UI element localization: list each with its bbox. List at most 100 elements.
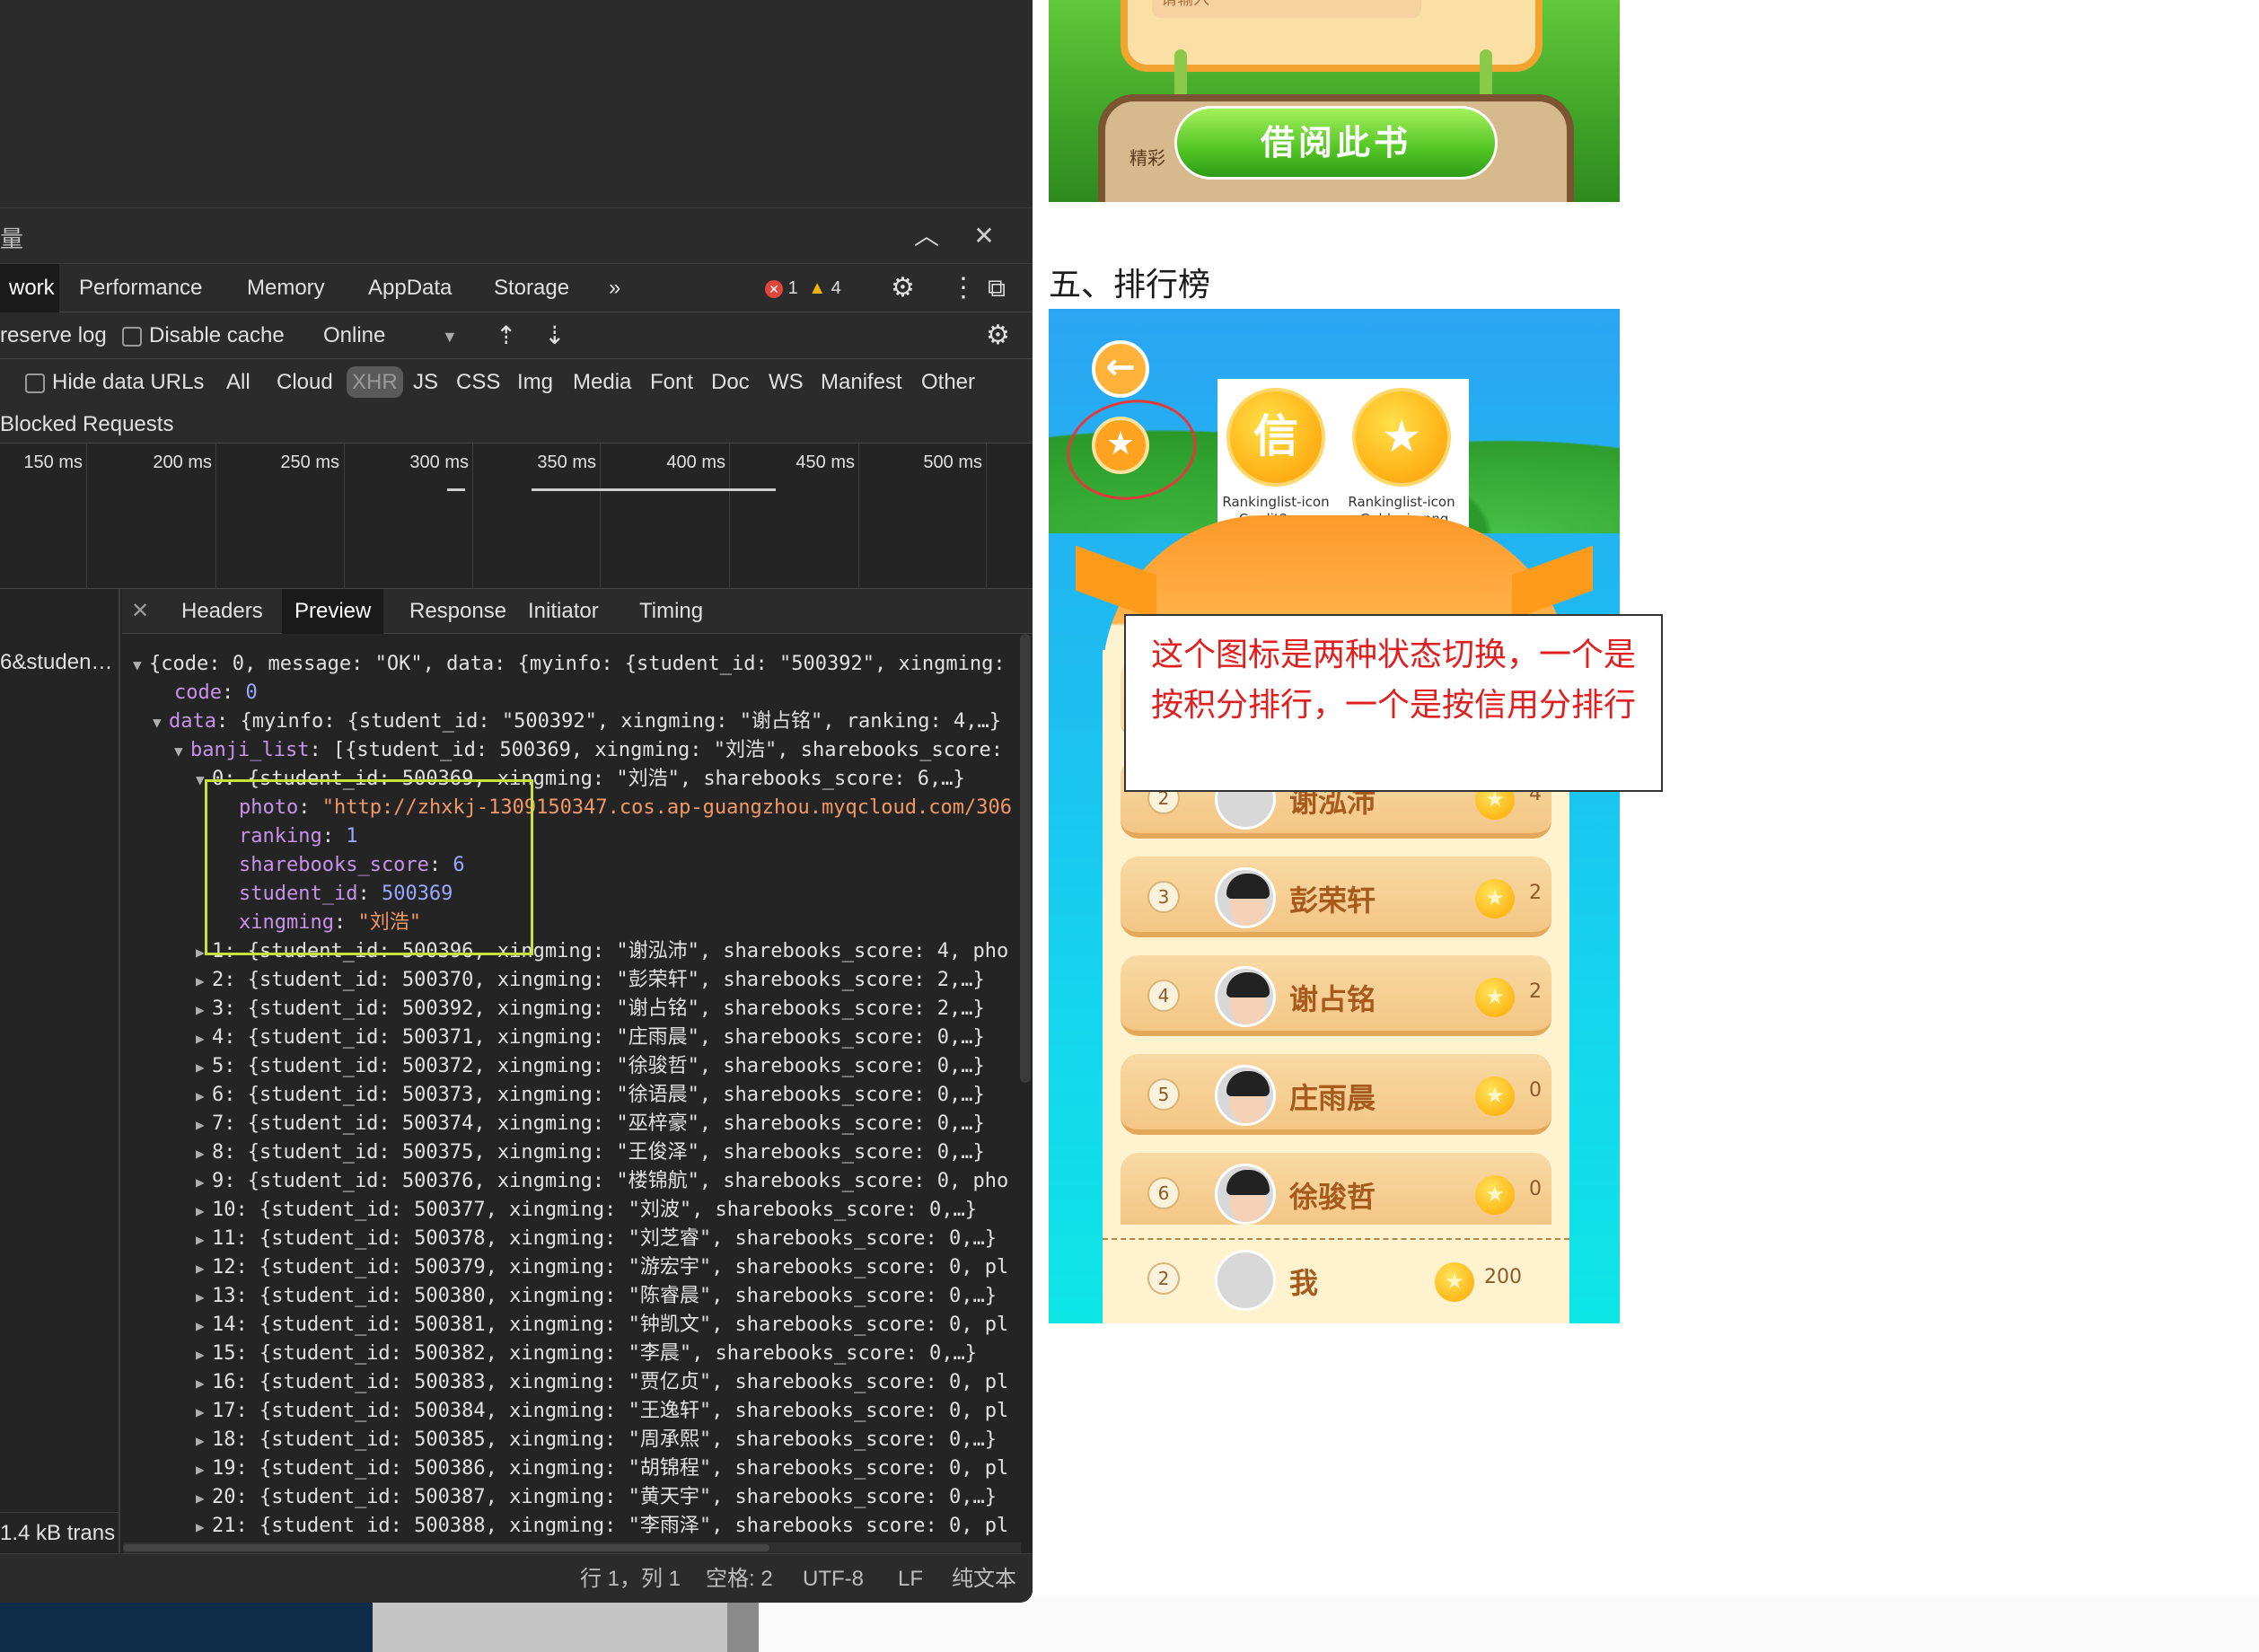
json-text: 10: {student_id: 500377, xingming: "刘波",… [212,1199,977,1221]
json-item-line[interactable]: ▶ 13: {student_id: 500380, xingming: "陈睿晨… [196,1282,997,1311]
network-toolbar: reserve log Disable cache Online ▼ ⇡ ⇣ ⚙ [0,312,1033,359]
student-score: 0 [1529,1079,1542,1102]
json-item-line[interactable]: ▶ 4: {student_id: 500371, xingming: "庄雨晨"… [196,1024,985,1052]
indent-setting[interactable]: 空格: 2 [706,1554,773,1603]
json-item-line[interactable]: ▶ 14: {student_id: 500381, xingming: "钟凯文… [196,1311,1008,1340]
encoding-setting[interactable]: UTF-8 [803,1554,864,1603]
tab-performance[interactable]: Performance [70,264,211,312]
json-item-line[interactable]: ▶ 18: {student_id: 500385, xingming: "周承熙… [196,1426,997,1454]
collapsed-triangle-icon: ▶ [196,1432,205,1449]
avatar-hair [1226,972,1270,997]
cursor-position[interactable]: 行 1，列 1 [580,1554,681,1603]
ranking-row: 5 庄雨晨 ★ 0 [1121,1054,1551,1135]
filter-cloud[interactable]: Cloud [277,359,333,406]
json-item-line[interactable]: ▶ 6: {student_id: 500373, xingming: "徐语晨"… [196,1081,985,1110]
json-item-line[interactable]: ▶ 11: {student_id: 500378, xingming: "刘芝睿… [196,1225,997,1253]
collapsed-triangle-icon: ▶ [196,1030,205,1047]
timeline-label: 150 ms [23,453,83,472]
close-icon[interactable]: ✕ [966,221,1002,251]
json-item-line[interactable]: ▶ 8: {student_id: 500375, xingming: "王俊泽"… [196,1138,985,1167]
json-text: 16: {student_id: 500383, xingming: "贾亿贞"… [212,1371,1009,1393]
upload-icon[interactable]: ⇡ [496,312,516,359]
error-icon: ✕ [765,279,783,298]
preserve-log-label[interactable]: reserve log [0,312,107,359]
ribbon-left [1076,545,1156,620]
vertical-scrollbar[interactable] [1020,634,1031,1083]
eol-setting[interactable]: LF [898,1554,923,1603]
devtools-upper-blank [0,0,1033,208]
tab-initiator[interactable]: Initiator [515,589,611,634]
json-item-line[interactable]: ▶ 20: {student_id: 500387, xingming: "黄天宇… [196,1483,997,1512]
undock-icon[interactable]: ⧉ [979,264,1015,312]
credit-icon: 信 [1226,388,1325,487]
horizontal-scrollbar[interactable] [123,1542,1021,1553]
json-text: 7: {student_id: 500374, xingming: "巫梓豪",… [212,1112,985,1135]
filter-ws[interactable]: WS [769,359,804,406]
json-root-line[interactable]: ▼ {code: 0, message: "OK", data: {myinfo:… [133,650,1006,679]
filter-css[interactable]: CSS [456,359,500,406]
tab-response[interactable]: Response [397,589,519,634]
coin-icon: ★ [1435,1262,1474,1302]
json-item-line[interactable]: ▶ 16: {student_id: 500383, xingming: "贾亿贞… [196,1368,1008,1397]
filter-manifest[interactable]: Manifest [821,359,902,406]
scrollbar-thumb[interactable] [123,1544,769,1551]
network-settings-icon[interactable]: ⚙ [986,312,1010,359]
hide-data-urls-checkbox[interactable]: Hide data URLs [25,359,204,406]
drawer-header: 量 ︿ ✕ [0,208,1033,264]
collapsed-triangle-icon: ▶ [196,1288,205,1305]
tab-timing[interactable]: Timing [627,589,716,634]
tab-network[interactable]: work [0,264,59,312]
gear-icon[interactable]: ⚙ [882,264,924,312]
filter-media[interactable]: Media [573,359,631,406]
json-text: 8: {student_id: 500375, xingming: "王俊泽",… [212,1141,985,1164]
download-icon[interactable]: ⇣ [544,312,565,359]
close-detail-icon[interactable]: ✕ [131,589,149,634]
json-line[interactable]: ▼ data: {myinfo: {student_id: "500392", x… [153,707,1001,736]
annotation-box: 这个图标是两种状态切换，一个是按积分排行，一个是按信用分排行 [1124,614,1663,792]
json-item-line[interactable]: ▶ 5: {student_id: 500372, xingming: "徐骏哲"… [196,1052,985,1081]
json-item-line[interactable]: ▶ 10: {student_id: 500377, xingming: "刘波"… [196,1196,977,1225]
warning-icon: ▲ [808,278,827,298]
tab-storage[interactable]: Storage [485,264,578,312]
request-row[interactable]: 6&studen… [0,643,119,682]
json-item-line[interactable]: ▶ 9: {student_id: 500376, xingming: "楼锦航"… [196,1167,1008,1196]
json-line[interactable]: ▼ banji_list: [{student_id: 500369, xingm… [174,736,1003,765]
expanded-triangle-icon: ▼ [174,743,183,760]
desktop-background [0,1598,373,1652]
filter-font[interactable]: Font [650,359,693,406]
timeline-request-bar [447,488,465,491]
tab-appdata[interactable]: AppData [359,264,461,312]
back-arrow-icon: ← [1092,340,1149,398]
more-tabs-icon[interactable]: » [600,264,629,312]
throttle-select[interactable]: Online ▼ [323,312,458,360]
avatar-hair [1226,874,1270,899]
filter-doc[interactable]: Doc [711,359,750,406]
json-text: 6: {student_id: 500373, xingming: "徐语晨",… [212,1084,985,1106]
json-item-line[interactable]: ▶ 21: {student_id: 500388, xingming: "李雨泽… [196,1512,1008,1535]
blocked-requests-checkbox[interactable]: Blocked Requests [0,406,173,444]
filter-other[interactable]: Other [921,359,975,406]
json-item-line[interactable]: ▶ 2: {student_id: 500370, xingming: "彭荣轩"… [196,966,985,995]
filter-all[interactable]: All [226,359,251,406]
json-item-line[interactable]: ▶ 17: {student_id: 500384, xingming: "王逸轩… [196,1397,1008,1426]
chevron-up-icon[interactable]: ︿ [909,221,945,251]
error-counter[interactable]: ✕ 1 ▲ 4 [756,264,850,312]
timeline-overview: 150 ms 200 ms 250 ms 300 ms 350 ms 400 m… [0,444,1033,589]
timeline-gridline [858,444,859,589]
filter-xhr[interactable]: XHR [347,366,403,398]
language-mode[interactable]: 纯文本 [952,1554,1016,1603]
json-item-line[interactable]: ▶ 7: {student_id: 500374, xingming: "巫梓豪"… [196,1110,985,1138]
section-heading: 五、排行榜 [1049,267,1211,303]
disable-cache-checkbox[interactable]: Disable cache [122,312,285,359]
json-item-line[interactable]: ▶ 15: {student_id: 500382, xingming: "李晨"… [196,1340,977,1368]
tab-headers[interactable]: Headers [169,589,276,634]
request-list: 6&studen… 1.4 kB trans [0,589,120,1553]
filter-js[interactable]: JS [413,359,438,406]
collapsed-triangle-icon: ▶ [196,1202,205,1219]
tab-memory[interactable]: Memory [238,264,334,312]
filter-img[interactable]: Img [517,359,553,406]
tab-preview[interactable]: Preview [282,589,384,634]
json-item-line[interactable]: ▶ 3: {student_id: 500392, xingming: "谢占铭"… [196,995,985,1024]
json-item-line[interactable]: ▶ 19: {student_id: 500386, xingming: "胡锦程… [196,1454,1008,1483]
json-item-line[interactable]: ▶ 12: {student_id: 500379, xingming: "游宏宇… [196,1253,1008,1282]
